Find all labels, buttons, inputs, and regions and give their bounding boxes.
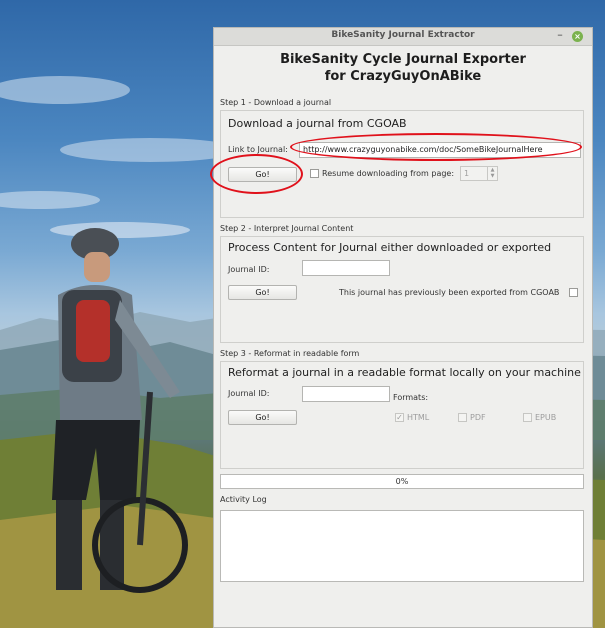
step2-label: Step 2 - Interpret Journal Content [220, 224, 354, 233]
format-pdf-checkbox[interactable] [458, 413, 467, 422]
step2-heading: Process Content for Journal either downl… [228, 241, 552, 254]
step1-group: Download a journal from CGOAB Link to Jo… [220, 110, 584, 218]
format-html-label: HTML [407, 413, 430, 422]
activity-log-label: Activity Log [220, 495, 267, 504]
resume-label: Resume downloading from page: [322, 169, 455, 178]
app-title-line-1: BikeSanity Cycle Journal Exporter [280, 52, 526, 67]
window-titlebar[interactable]: BikeSanity Journal Extractor – × [214, 28, 592, 46]
format-epub-label: EPUB [535, 413, 557, 422]
journal-link-label: Link to Journal: [228, 145, 288, 154]
progress-bar: 0% [220, 474, 584, 489]
format-html-checkbox[interactable]: ✓ [395, 413, 404, 422]
window-title: BikeSanity Journal Extractor [331, 30, 475, 40]
step2-journal-id-input[interactable] [302, 260, 390, 276]
exported-label: This journal has previously been exporte… [339, 288, 560, 297]
resume-checkbox[interactable] [310, 169, 319, 178]
journal-link-input[interactable]: http://www.crazyguyonabike.com/doc/SomeB… [299, 142, 581, 158]
app-title-line-2: for CrazyGuyOnABike [324, 69, 482, 84]
resume-page-spinbox[interactable]: 1 ▲ ▼ [460, 166, 498, 181]
download-go-button[interactable]: Go! [228, 167, 297, 182]
exported-checkbox[interactable] [569, 288, 578, 297]
progress-text: 0% [395, 477, 409, 486]
step3-heading: Reformat a journal in a readable format … [228, 366, 581, 379]
step3-journal-id-label: Journal ID: [228, 389, 270, 398]
activity-log-area[interactable] [220, 510, 584, 582]
app-window: BikeSanity Journal Extractor – × BikeSan… [213, 27, 593, 628]
step1-label: Step 1 - Download a journal [220, 98, 332, 107]
step3-group: Reformat a journal in a readable format … [220, 361, 584, 469]
step1-heading: Download a journal from CGOAB [228, 117, 407, 130]
reformat-go-button[interactable]: Go! [228, 410, 297, 425]
minimize-button[interactable]: – [554, 28, 566, 43]
interpret-go-button[interactable]: Go! [228, 285, 297, 300]
formats-label: Formats: [393, 393, 429, 402]
spin-arrows-icon[interactable]: ▲ ▼ [487, 167, 497, 180]
step3-journal-id-input[interactable] [302, 386, 390, 402]
close-button[interactable]: × [572, 31, 583, 42]
step2-journal-id-label: Journal ID: [228, 265, 270, 274]
step3-label: Step 3 - Reformat in readable form [220, 349, 360, 358]
step2-group: Process Content for Journal either downl… [220, 236, 584, 343]
format-pdf-label: PDF [470, 413, 486, 422]
format-epub-checkbox[interactable] [523, 413, 532, 422]
resume-page-value: 1 [464, 169, 470, 178]
